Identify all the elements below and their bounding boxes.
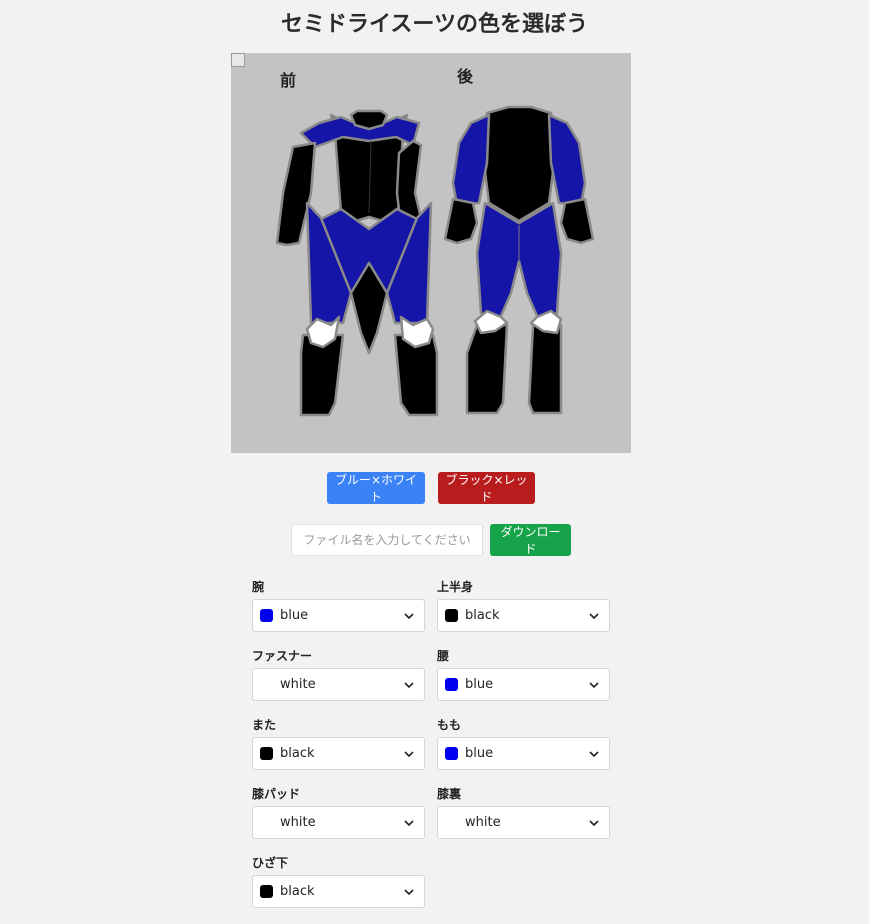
color-swatch	[445, 609, 458, 622]
part-label-knee-pad: 膝パッド	[252, 787, 301, 801]
part-label-upper-body: 上半身	[437, 580, 474, 594]
chevron-down-icon	[589, 819, 599, 826]
chevron-down-icon	[404, 750, 414, 757]
broken-image-icon	[231, 53, 245, 67]
color-select-zipper[interactable]: white	[252, 668, 425, 701]
back-right-calf	[527, 323, 563, 415]
preset-blue-white-button[interactable]: ブルー×ホワイト	[327, 472, 425, 504]
selected-color-text: white	[280, 815, 316, 830]
back-left-arm	[443, 197, 479, 245]
part-label-waist: 腰	[437, 649, 450, 663]
color-swatch	[260, 747, 273, 760]
selected-color-text: black	[465, 608, 500, 623]
download-button[interactable]: ダウンロード	[490, 524, 571, 556]
page-title: セミドライスーツの色を選ぼう	[281, 12, 588, 37]
part-label-knee-back: 膝裏	[437, 787, 462, 801]
back-torso	[479, 105, 559, 223]
part-label-zipper: ファスナー	[252, 649, 313, 663]
color-select-knee-back[interactable]: white	[437, 806, 610, 839]
chevron-down-icon	[404, 612, 414, 619]
color-swatch	[445, 816, 458, 829]
part-label-crotch: また	[252, 718, 277, 732]
wetsuit-drawing	[275, 105, 595, 417]
color-swatch	[260, 678, 273, 691]
part-label-arm: 腕	[252, 580, 265, 594]
color-swatch	[445, 678, 458, 691]
selected-color-text: blue	[465, 677, 494, 692]
part-label-lower-leg: ひざ下	[252, 856, 289, 870]
filename-input[interactable]	[291, 524, 483, 556]
back-left-shoulder	[451, 113, 491, 207]
chevron-down-icon	[589, 681, 599, 688]
color-select-upper-body[interactable]: black	[437, 599, 610, 632]
color-swatch	[260, 885, 273, 898]
selected-color-text: white	[280, 677, 316, 692]
chevron-down-icon	[404, 681, 414, 688]
back-right-shoulder	[547, 113, 587, 207]
chevron-down-icon	[404, 888, 414, 895]
selected-color-text: black	[280, 884, 315, 899]
color-swatch	[445, 747, 458, 760]
selected-color-text: black	[280, 746, 315, 761]
preset-black-red-button[interactable]: ブラック×レッド	[438, 472, 535, 504]
color-select-arm[interactable]: blue	[252, 599, 425, 632]
back-right-arm	[559, 197, 595, 245]
selected-color-text: blue	[280, 608, 309, 623]
color-select-crotch[interactable]: black	[252, 737, 425, 770]
part-label-thigh: もも	[437, 718, 462, 732]
color-select-waist[interactable]: blue	[437, 668, 610, 701]
chevron-down-icon	[589, 612, 599, 619]
color-select-lower-leg[interactable]: black	[252, 875, 425, 908]
color-swatch	[260, 609, 273, 622]
color-swatch	[260, 816, 273, 829]
back-left-calf	[465, 323, 509, 415]
back-view-label: 後	[457, 67, 474, 86]
wetsuit-preview: 前 後	[231, 53, 631, 453]
color-select-thigh[interactable]: blue	[437, 737, 610, 770]
selected-color-text: white	[465, 815, 501, 830]
chevron-down-icon	[404, 819, 414, 826]
front-view-label: 前	[280, 71, 297, 90]
color-select-knee-pad[interactable]: white	[252, 806, 425, 839]
chevron-down-icon	[589, 750, 599, 757]
selected-color-text: blue	[465, 746, 494, 761]
front-collar	[349, 109, 389, 131]
